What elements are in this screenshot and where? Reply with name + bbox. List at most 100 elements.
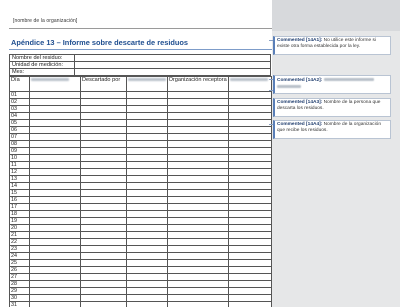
entry-cell[interactable] xyxy=(125,140,168,148)
entry-cell[interactable] xyxy=(29,266,81,274)
entry-cell[interactable] xyxy=(79,168,127,176)
entry-cell[interactable] xyxy=(227,133,272,141)
entry-cell[interactable] xyxy=(125,210,168,218)
entry-cell[interactable] xyxy=(227,126,272,134)
month-field[interactable] xyxy=(74,68,271,76)
entry-cell[interactable] xyxy=(166,119,229,127)
entry-cell[interactable] xyxy=(79,161,127,169)
entry-cell[interactable] xyxy=(227,245,272,253)
entry-cell[interactable] xyxy=(29,175,81,183)
entry-cell[interactable] xyxy=(227,168,272,176)
entry-cell[interactable] xyxy=(227,182,272,190)
entry-cell[interactable] xyxy=(227,147,272,155)
entry-cell[interactable] xyxy=(166,91,229,99)
comment-14A4[interactable]: Commented [14A4]: Nombre de la organizac… xyxy=(273,120,391,139)
entry-cell[interactable] xyxy=(227,189,272,197)
entry-cell[interactable] xyxy=(29,210,81,218)
entry-cell[interactable] xyxy=(29,301,81,307)
entry-cell[interactable] xyxy=(166,105,229,113)
entry-cell[interactable] xyxy=(125,245,168,253)
entry-cell[interactable] xyxy=(227,119,272,127)
entry-cell[interactable] xyxy=(166,238,229,246)
entry-cell[interactable] xyxy=(227,280,272,288)
entry-cell[interactable] xyxy=(166,168,229,176)
entry-cell[interactable] xyxy=(79,98,127,106)
entry-cell[interactable] xyxy=(29,189,81,197)
entry-cell[interactable] xyxy=(166,133,229,141)
entry-cell[interactable] xyxy=(125,196,168,204)
entry-cell[interactable] xyxy=(29,147,81,155)
entry-cell[interactable] xyxy=(227,175,272,183)
entry-cell[interactable] xyxy=(29,168,81,176)
entry-cell[interactable] xyxy=(125,161,168,169)
entry-cell[interactable] xyxy=(227,224,272,232)
entry-cell[interactable] xyxy=(227,217,272,225)
entry-cell[interactable] xyxy=(227,294,272,302)
entry-cell[interactable] xyxy=(29,203,81,211)
entry-cell[interactable] xyxy=(166,175,229,183)
entry-cell[interactable] xyxy=(79,154,127,162)
entry-cell[interactable] xyxy=(29,91,81,99)
entry-cell[interactable] xyxy=(125,294,168,302)
entry-cell[interactable] xyxy=(125,252,168,260)
entry-cell[interactable] xyxy=(79,133,127,141)
entry-cell[interactable] xyxy=(227,112,272,120)
entry-cell[interactable] xyxy=(166,112,229,120)
entry-cell[interactable] xyxy=(29,105,81,113)
entry-cell[interactable] xyxy=(166,259,229,267)
entry-cell[interactable] xyxy=(79,273,127,281)
entry-cell[interactable] xyxy=(227,98,272,106)
entry-cell[interactable] xyxy=(125,259,168,267)
entry-cell[interactable] xyxy=(79,126,127,134)
entry-cell[interactable] xyxy=(227,210,272,218)
entry-cell[interactable] xyxy=(125,112,168,120)
entry-cell[interactable] xyxy=(227,105,272,113)
entry-cell[interactable] xyxy=(125,175,168,183)
entry-cell[interactable] xyxy=(166,252,229,260)
entry-cell[interactable] xyxy=(125,238,168,246)
entry-cell[interactable] xyxy=(125,280,168,288)
entry-cell[interactable] xyxy=(166,301,229,307)
entry-cell[interactable] xyxy=(166,245,229,253)
entry-cell[interactable] xyxy=(79,182,127,190)
entry-cell[interactable] xyxy=(166,273,229,281)
entry-cell[interactable] xyxy=(166,140,229,148)
entry-cell[interactable] xyxy=(79,147,127,155)
entry-cell[interactable] xyxy=(79,105,127,113)
entry-cell[interactable] xyxy=(166,196,229,204)
entry-cell[interactable] xyxy=(79,224,127,232)
entry-cell[interactable] xyxy=(29,133,81,141)
entry-cell[interactable] xyxy=(29,196,81,204)
entry-cell[interactable] xyxy=(125,224,168,232)
entry-cell[interactable] xyxy=(79,266,127,274)
entry-cell[interactable] xyxy=(227,238,272,246)
entry-cell[interactable] xyxy=(227,203,272,211)
entry-cell[interactable] xyxy=(79,259,127,267)
entry-cell[interactable] xyxy=(29,154,81,162)
entry-cell[interactable] xyxy=(125,91,168,99)
document-title[interactable]: Apéndice 13 – Informe sobre descarte de … xyxy=(11,38,188,47)
entry-cell[interactable] xyxy=(125,217,168,225)
entry-cell[interactable] xyxy=(125,119,168,127)
comment-14A2[interactable]: Commented [14A2]: xyxy=(273,75,391,94)
entry-cell[interactable] xyxy=(79,196,127,204)
entry-cell[interactable] xyxy=(29,140,81,148)
entry-cell[interactable] xyxy=(125,189,168,197)
entry-cell[interactable] xyxy=(29,238,81,246)
entry-cell[interactable] xyxy=(166,217,229,225)
entry-cell[interactable] xyxy=(29,119,81,127)
entry-cell[interactable] xyxy=(29,224,81,232)
entry-cell[interactable] xyxy=(29,98,81,106)
entry-cell[interactable] xyxy=(29,245,81,253)
entry-cell[interactable] xyxy=(166,224,229,232)
organization-name-placeholder[interactable]: [nombre de la organización] xyxy=(13,18,77,24)
entry-cell[interactable] xyxy=(29,280,81,288)
entry-cell[interactable] xyxy=(125,301,168,307)
entry-cell[interactable] xyxy=(125,203,168,211)
entry-cell[interactable] xyxy=(29,252,81,260)
entry-cell[interactable] xyxy=(125,147,168,155)
entry-cell[interactable] xyxy=(227,287,272,295)
waste-name-field[interactable] xyxy=(74,54,271,62)
entry-cell[interactable] xyxy=(79,189,127,197)
entry-cell[interactable] xyxy=(227,140,272,148)
